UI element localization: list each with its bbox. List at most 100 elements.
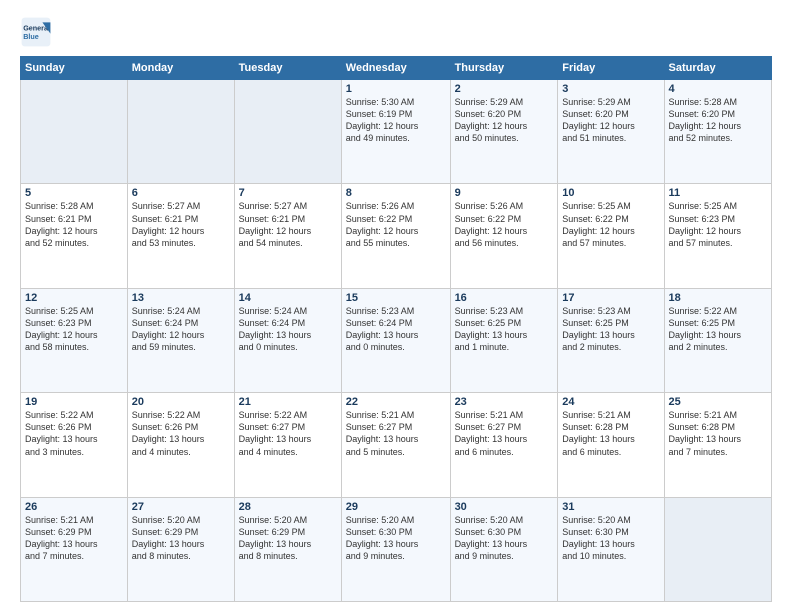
day-info: Sunrise: 5:20 AM Sunset: 6:29 PM Dayligh… xyxy=(132,514,230,563)
calendar-week-3: 12Sunrise: 5:25 AM Sunset: 6:23 PM Dayli… xyxy=(21,288,772,392)
calendar-cell: 11Sunrise: 5:25 AM Sunset: 6:23 PM Dayli… xyxy=(664,184,771,288)
day-number: 13 xyxy=(132,292,230,304)
day-number: 9 xyxy=(455,187,554,199)
calendar-cell xyxy=(127,80,234,184)
calendar-cell: 28Sunrise: 5:20 AM Sunset: 6:29 PM Dayli… xyxy=(234,497,341,601)
calendar-cell: 24Sunrise: 5:21 AM Sunset: 6:28 PM Dayli… xyxy=(558,393,664,497)
header: General Blue xyxy=(20,16,772,48)
calendar-cell: 19Sunrise: 5:22 AM Sunset: 6:26 PM Dayli… xyxy=(21,393,128,497)
day-number: 1 xyxy=(346,83,446,95)
day-info: Sunrise: 5:24 AM Sunset: 6:24 PM Dayligh… xyxy=(239,305,337,354)
calendar-cell: 23Sunrise: 5:21 AM Sunset: 6:27 PM Dayli… xyxy=(450,393,558,497)
calendar-cell: 3Sunrise: 5:29 AM Sunset: 6:20 PM Daylig… xyxy=(558,80,664,184)
day-info: Sunrise: 5:30 AM Sunset: 6:19 PM Dayligh… xyxy=(346,96,446,145)
calendar-week-1: 1Sunrise: 5:30 AM Sunset: 6:19 PM Daylig… xyxy=(21,80,772,184)
calendar-week-5: 26Sunrise: 5:21 AM Sunset: 6:29 PM Dayli… xyxy=(21,497,772,601)
calendar-cell: 1Sunrise: 5:30 AM Sunset: 6:19 PM Daylig… xyxy=(341,80,450,184)
calendar-cell: 29Sunrise: 5:20 AM Sunset: 6:30 PM Dayli… xyxy=(341,497,450,601)
day-info: Sunrise: 5:21 AM Sunset: 6:28 PM Dayligh… xyxy=(562,409,659,458)
day-info: Sunrise: 5:22 AM Sunset: 6:26 PM Dayligh… xyxy=(132,409,230,458)
day-number: 29 xyxy=(346,501,446,513)
day-info: Sunrise: 5:23 AM Sunset: 6:25 PM Dayligh… xyxy=(455,305,554,354)
day-number: 18 xyxy=(669,292,767,304)
day-number: 2 xyxy=(455,83,554,95)
calendar-cell: 2Sunrise: 5:29 AM Sunset: 6:20 PM Daylig… xyxy=(450,80,558,184)
day-info: Sunrise: 5:28 AM Sunset: 6:21 PM Dayligh… xyxy=(25,200,123,249)
page: General Blue SundayMondayTuesdayWednesda… xyxy=(0,0,792,612)
calendar-cell: 18Sunrise: 5:22 AM Sunset: 6:25 PM Dayli… xyxy=(664,288,771,392)
calendar-cell: 5Sunrise: 5:28 AM Sunset: 6:21 PM Daylig… xyxy=(21,184,128,288)
weekday-header-thursday: Thursday xyxy=(450,57,558,80)
calendar-cell: 31Sunrise: 5:20 AM Sunset: 6:30 PM Dayli… xyxy=(558,497,664,601)
day-number: 31 xyxy=(562,501,659,513)
calendar-cell: 21Sunrise: 5:22 AM Sunset: 6:27 PM Dayli… xyxy=(234,393,341,497)
logo-icon: General Blue xyxy=(20,16,52,48)
calendar-cell: 10Sunrise: 5:25 AM Sunset: 6:22 PM Dayli… xyxy=(558,184,664,288)
day-number: 20 xyxy=(132,396,230,408)
day-info: Sunrise: 5:21 AM Sunset: 6:29 PM Dayligh… xyxy=(25,514,123,563)
calendar-cell: 30Sunrise: 5:20 AM Sunset: 6:30 PM Dayli… xyxy=(450,497,558,601)
calendar-cell: 26Sunrise: 5:21 AM Sunset: 6:29 PM Dayli… xyxy=(21,497,128,601)
calendar-cell: 17Sunrise: 5:23 AM Sunset: 6:25 PM Dayli… xyxy=(558,288,664,392)
day-number: 8 xyxy=(346,187,446,199)
calendar-cell: 16Sunrise: 5:23 AM Sunset: 6:25 PM Dayli… xyxy=(450,288,558,392)
day-number: 19 xyxy=(25,396,123,408)
day-info: Sunrise: 5:24 AM Sunset: 6:24 PM Dayligh… xyxy=(132,305,230,354)
day-info: Sunrise: 5:29 AM Sunset: 6:20 PM Dayligh… xyxy=(455,96,554,145)
calendar-week-2: 5Sunrise: 5:28 AM Sunset: 6:21 PM Daylig… xyxy=(21,184,772,288)
day-info: Sunrise: 5:26 AM Sunset: 6:22 PM Dayligh… xyxy=(346,200,446,249)
calendar-cell: 6Sunrise: 5:27 AM Sunset: 6:21 PM Daylig… xyxy=(127,184,234,288)
calendar-cell: 25Sunrise: 5:21 AM Sunset: 6:28 PM Dayli… xyxy=(664,393,771,497)
day-info: Sunrise: 5:25 AM Sunset: 6:23 PM Dayligh… xyxy=(25,305,123,354)
logo: General Blue xyxy=(20,16,52,48)
weekday-header-wednesday: Wednesday xyxy=(341,57,450,80)
day-number: 25 xyxy=(669,396,767,408)
day-info: Sunrise: 5:25 AM Sunset: 6:23 PM Dayligh… xyxy=(669,200,767,249)
day-info: Sunrise: 5:21 AM Sunset: 6:28 PM Dayligh… xyxy=(669,409,767,458)
calendar-table: SundayMondayTuesdayWednesdayThursdayFrid… xyxy=(20,56,772,602)
day-info: Sunrise: 5:29 AM Sunset: 6:20 PM Dayligh… xyxy=(562,96,659,145)
day-number: 11 xyxy=(669,187,767,199)
day-info: Sunrise: 5:20 AM Sunset: 6:30 PM Dayligh… xyxy=(562,514,659,563)
calendar-cell: 7Sunrise: 5:27 AM Sunset: 6:21 PM Daylig… xyxy=(234,184,341,288)
day-info: Sunrise: 5:23 AM Sunset: 6:25 PM Dayligh… xyxy=(562,305,659,354)
weekday-header-sunday: Sunday xyxy=(21,57,128,80)
calendar-cell: 12Sunrise: 5:25 AM Sunset: 6:23 PM Dayli… xyxy=(21,288,128,392)
day-info: Sunrise: 5:20 AM Sunset: 6:29 PM Dayligh… xyxy=(239,514,337,563)
calendar-cell: 27Sunrise: 5:20 AM Sunset: 6:29 PM Dayli… xyxy=(127,497,234,601)
calendar-cell xyxy=(234,80,341,184)
day-number: 3 xyxy=(562,83,659,95)
day-number: 27 xyxy=(132,501,230,513)
day-number: 21 xyxy=(239,396,337,408)
day-info: Sunrise: 5:25 AM Sunset: 6:22 PM Dayligh… xyxy=(562,200,659,249)
day-number: 4 xyxy=(669,83,767,95)
calendar-cell: 22Sunrise: 5:21 AM Sunset: 6:27 PM Dayli… xyxy=(341,393,450,497)
svg-text:Blue: Blue xyxy=(23,32,39,41)
weekday-header-saturday: Saturday xyxy=(664,57,771,80)
weekday-header-tuesday: Tuesday xyxy=(234,57,341,80)
calendar: SundayMondayTuesdayWednesdayThursdayFrid… xyxy=(20,56,772,602)
day-number: 17 xyxy=(562,292,659,304)
calendar-cell: 4Sunrise: 5:28 AM Sunset: 6:20 PM Daylig… xyxy=(664,80,771,184)
calendar-cell: 15Sunrise: 5:23 AM Sunset: 6:24 PM Dayli… xyxy=(341,288,450,392)
day-info: Sunrise: 5:20 AM Sunset: 6:30 PM Dayligh… xyxy=(455,514,554,563)
day-number: 24 xyxy=(562,396,659,408)
day-info: Sunrise: 5:26 AM Sunset: 6:22 PM Dayligh… xyxy=(455,200,554,249)
day-info: Sunrise: 5:20 AM Sunset: 6:30 PM Dayligh… xyxy=(346,514,446,563)
calendar-cell: 9Sunrise: 5:26 AM Sunset: 6:22 PM Daylig… xyxy=(450,184,558,288)
day-number: 12 xyxy=(25,292,123,304)
day-info: Sunrise: 5:21 AM Sunset: 6:27 PM Dayligh… xyxy=(346,409,446,458)
day-number: 10 xyxy=(562,187,659,199)
day-info: Sunrise: 5:22 AM Sunset: 6:27 PM Dayligh… xyxy=(239,409,337,458)
day-number: 16 xyxy=(455,292,554,304)
calendar-week-4: 19Sunrise: 5:22 AM Sunset: 6:26 PM Dayli… xyxy=(21,393,772,497)
day-number: 5 xyxy=(25,187,123,199)
day-number: 7 xyxy=(239,187,337,199)
calendar-cell: 8Sunrise: 5:26 AM Sunset: 6:22 PM Daylig… xyxy=(341,184,450,288)
day-info: Sunrise: 5:22 AM Sunset: 6:26 PM Dayligh… xyxy=(25,409,123,458)
day-number: 26 xyxy=(25,501,123,513)
day-number: 6 xyxy=(132,187,230,199)
calendar-cell: 20Sunrise: 5:22 AM Sunset: 6:26 PM Dayli… xyxy=(127,393,234,497)
day-number: 28 xyxy=(239,501,337,513)
day-info: Sunrise: 5:27 AM Sunset: 6:21 PM Dayligh… xyxy=(239,200,337,249)
